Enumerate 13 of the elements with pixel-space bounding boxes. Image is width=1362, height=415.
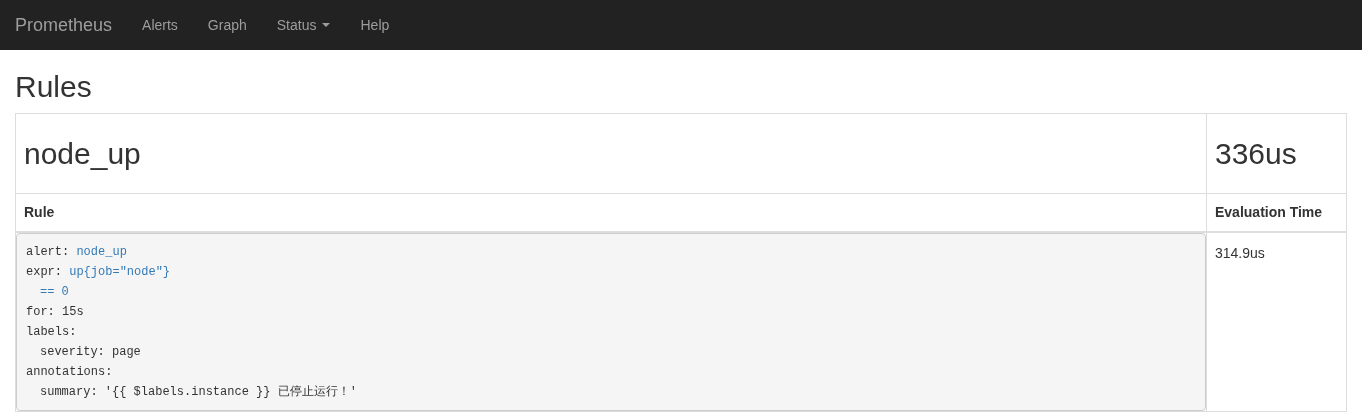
brand-link[interactable]: Prometheus: [15, 11, 113, 39]
page-title: Rules: [15, 70, 93, 103]
column-header: Rule: [15, 193, 1207, 232]
column-header: Evaluation Time: [1206, 193, 1347, 232]
caret-icon: [322, 23, 331, 27]
dropdown-menu-button[interactable]: Status: [261, 14, 346, 36]
nav-link[interactable]: Alerts: [127, 14, 193, 36]
evaluation-time: 314.9us: [1215, 244, 1265, 261]
nav-link[interactable]: Graph: [192, 14, 262, 36]
rule-code-block: alert: node_up expr: up{job="node"} == 0 for: 15s labels: severity: page annotations: summary: '{{ $labels.instance }} 已停止运行！': [16, 232, 1206, 411]
group-evaluation-time: 336us: [1215, 137, 1297, 170]
group-name: node_up: [24, 137, 141, 170]
nav-link[interactable]: Help: [345, 14, 405, 36]
